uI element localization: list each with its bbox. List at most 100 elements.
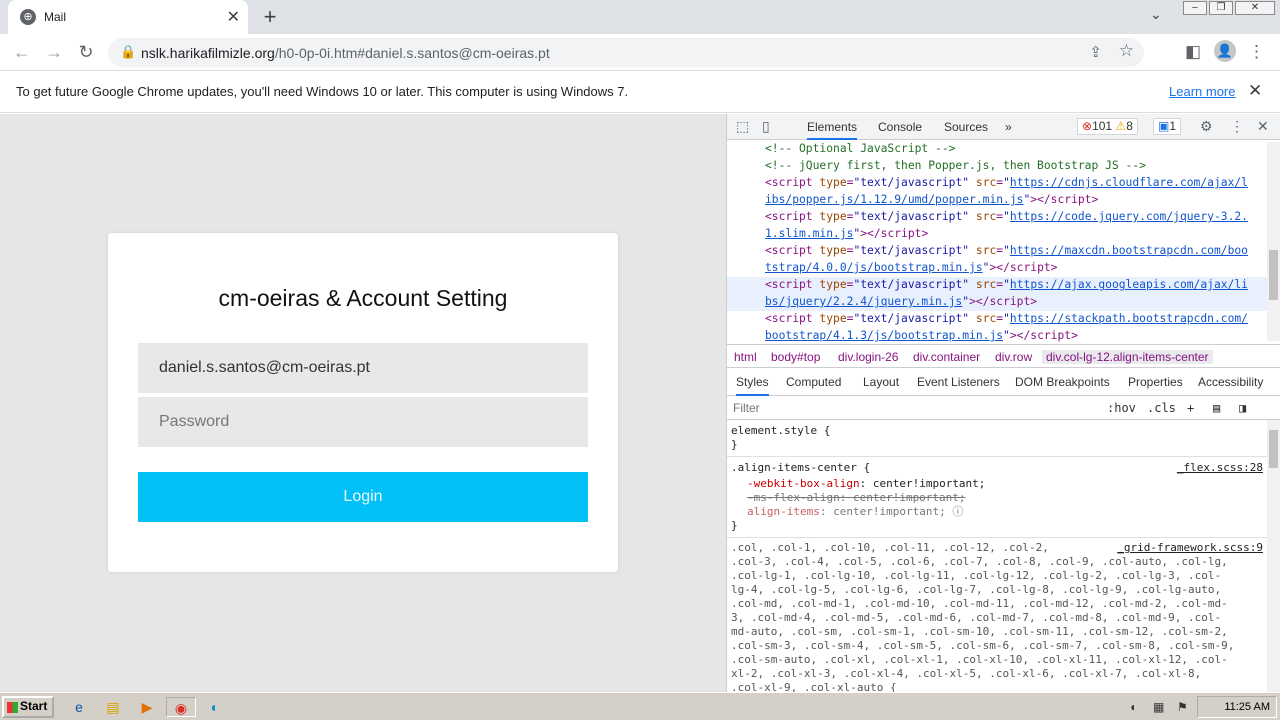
restore-button[interactable]: ❐: [1209, 1, 1233, 15]
minimize-button[interactable]: –: [1183, 1, 1207, 15]
tab-sources[interactable]: Sources: [944, 120, 988, 134]
dom-script-node[interactable]: <script type="text/javascript" src="http…: [765, 311, 1248, 328]
dom-tree-scrollbar[interactable]: [1267, 142, 1280, 341]
dom-comment[interactable]: <!-- jQuery first, then Popper.js, then …: [765, 158, 1146, 175]
toggle-sidebar-icon[interactable]: ◨: [1239, 401, 1246, 415]
hov-toggle[interactable]: :hov: [1107, 401, 1136, 415]
profile-avatar-icon[interactable]: 👤: [1214, 40, 1236, 62]
rule-selector-line[interactable]: xl-2, .col-xl-3, .col-xl-4, .col-xl-5, .…: [731, 667, 1201, 681]
rule-selector[interactable]: .align-items-center {: [731, 461, 870, 475]
dom-script-node-cont[interactable]: ibs/popper.js/1.12.9/umd/popper.min.js">…: [765, 192, 1098, 209]
tab-properties[interactable]: Properties: [1128, 375, 1183, 389]
browser-tab[interactable]: ⊕ Mail ✕: [8, 0, 248, 34]
inspect-element-icon[interactable]: ⬚: [736, 118, 749, 135]
media-player-icon[interactable]: ▶: [136, 697, 158, 717]
tab-close-icon[interactable]: ✕: [227, 7, 240, 27]
messages-badge[interactable]: ▣1: [1153, 118, 1182, 135]
dom-script-node-cont[interactable]: bs/jquery/2.2.4/jquery.min.js"></script>: [765, 294, 1037, 311]
volume-icon[interactable]: ◖: [1129, 700, 1136, 714]
paint-brush-icon[interactable]: ▤: [1213, 401, 1220, 415]
more-tabs-chevron[interactable]: »: [1005, 120, 1012, 134]
tab-event-listeners[interactable]: Event Listeners: [917, 375, 1000, 389]
dom-script-node[interactable]: <script type="text/javascript" src="http…: [765, 209, 1248, 226]
rule-selector-line[interactable]: lg-4, .col-lg-5, .col-lg-6, .col-lg-7, .…: [731, 583, 1221, 597]
rule-selector-line[interactable]: md-auto, .col-sm, .col-sm-1, .col-sm-10,…: [731, 625, 1228, 639]
dom-script-node-cont[interactable]: 1.slim.min.js"></script>: [765, 226, 928, 243]
chrome-taskbar-icon[interactable]: ◉: [166, 697, 196, 717]
bookmark-star-icon[interactable]: ☆: [1119, 41, 1134, 61]
url-text[interactable]: nslk.harikafilmizle.org/h0-0p-0i.htm#dan…: [141, 45, 550, 61]
breadcrumb-item[interactable]: div.container: [913, 350, 980, 364]
dom-script-node[interactable]: <script type="text/javascript" src="http…: [765, 243, 1248, 260]
rule-selector-line[interactable]: .col-3, .col-4, .col-5, .col-6, .col-7, …: [731, 555, 1228, 569]
tab-computed[interactable]: Computed: [786, 375, 841, 389]
scrollbar-thumb[interactable]: [1269, 250, 1278, 300]
login-card: cm-oeiras & Account Setting Login: [108, 233, 618, 572]
menu-kebab-icon[interactable]: ⋮: [1248, 42, 1265, 62]
internet-explorer-icon[interactable]: e: [68, 697, 90, 717]
rule-selector-line[interactable]: .col, .col-1, .col-10, .col-11, .col-12,…: [731, 541, 1049, 555]
password-field[interactable]: [138, 397, 588, 447]
rule-source-link[interactable]: _grid-framework.scss:9: [1117, 541, 1263, 555]
rule-selector-line[interactable]: .col-md, .col-md-1, .col-md-10, .col-md-…: [731, 597, 1228, 611]
settings-gear-icon[interactable]: ⚙: [1200, 118, 1213, 135]
network-icon[interactable]: ▦: [1153, 700, 1164, 714]
dom-script-node-cont[interactable]: bootstrap/4.1.3/js/bootstrap.min.js"></s…: [765, 328, 1078, 345]
style-property-overridden[interactable]: -ms-flex-align: center!important;: [747, 491, 966, 505]
edge-icon[interactable]: ◐: [204, 697, 226, 717]
file-explorer-icon[interactable]: ▤: [102, 697, 124, 717]
tab-accessibility[interactable]: Accessibility: [1198, 375, 1263, 389]
devtools-tabbar: ⬚ ▯ Elements Console Sources » ⊗101 ⚠8 ▣…: [727, 114, 1280, 140]
window-close-button[interactable]: ✕: [1235, 1, 1275, 15]
side-panel-icon[interactable]: ◧: [1185, 42, 1201, 62]
rule-selector-line[interactable]: .col-xl-9, .col-xl-auto {: [731, 681, 897, 692]
breadcrumb-item[interactable]: div.login-26: [838, 350, 898, 364]
breadcrumb-item-selected[interactable]: div.col-lg-12.align-items-center: [1042, 350, 1213, 364]
rule-selector-line[interactable]: 3, .col-md-4, .col-md-5, .col-md-6, .col…: [731, 611, 1221, 625]
login-button[interactable]: Login: [138, 472, 588, 522]
learn-more-link[interactable]: Learn more: [1169, 84, 1235, 99]
infobar-close-icon[interactable]: ✕: [1248, 81, 1262, 101]
taskbar-clock[interactable]: 11:25 AM: [1197, 696, 1277, 718]
devtools-menu-icon[interactable]: ⋮: [1230, 118, 1244, 135]
start-button[interactable]: Start: [2, 696, 54, 718]
rule-selector-line[interactable]: .col-lg-1, .col-lg-10, .col-lg-11, .col-…: [731, 569, 1221, 583]
dom-script-node[interactable]: <script type="text/javascript" src="http…: [765, 175, 1248, 192]
rule-source-link[interactable]: _flex.scss:28: [1177, 461, 1263, 475]
back-arrow-icon[interactable]: ←: [9, 39, 35, 65]
tab-dom-breakpoints[interactable]: DOM Breakpoints: [1015, 375, 1110, 389]
breadcrumb-item[interactable]: html: [734, 350, 757, 364]
issues-badge[interactable]: ⊗101 ⚠8: [1077, 118, 1138, 135]
rule-selector-line[interactable]: .col-sm-3, .col-sm-4, .col-sm-5, .col-sm…: [731, 639, 1234, 653]
share-icon[interactable]: ⇪: [1089, 43, 1102, 61]
tab-elements[interactable]: Elements: [807, 120, 858, 140]
rule-selector-line[interactable]: .col-sm-auto, .col-xl, .col-xl-1, .col-x…: [731, 653, 1228, 667]
info-icon[interactable]: ⓘ: [952, 505, 963, 518]
breadcrumb-item[interactable]: div.row: [995, 350, 1032, 364]
dom-script-node-selected[interactable]: <script type="text/javascript" src="http…: [765, 277, 1248, 294]
element-style-selector[interactable]: element.style {: [731, 424, 830, 438]
dom-script-node-cont[interactable]: tstrap/4.0.0/js/bootstrap.min.js"></scri…: [765, 260, 1057, 277]
styles-filter-input[interactable]: [731, 398, 1099, 417]
style-property[interactable]: -webkit-box-align: center!important;: [747, 477, 985, 491]
action-center-flag-icon[interactable]: ⚑: [1177, 700, 1188, 714]
lock-icon[interactable]: 🔒: [120, 44, 136, 60]
tab-layout[interactable]: Layout: [863, 375, 899, 389]
style-property-inactive[interactable]: align-items: center!important; ⓘ: [747, 505, 963, 519]
devtools-close-icon[interactable]: ✕: [1257, 118, 1269, 135]
breadcrumb-item[interactable]: body#top: [771, 350, 820, 364]
styles-scrollbar[interactable]: [1267, 420, 1280, 692]
tab-styles[interactable]: Styles: [736, 375, 769, 396]
dom-comment[interactable]: <!-- Optional JavaScript -->: [765, 141, 955, 158]
reload-icon[interactable]: ↻: [73, 39, 99, 65]
tab-search-chevron-icon[interactable]: ⌄: [1150, 6, 1162, 23]
tab-console[interactable]: Console: [878, 120, 922, 134]
scrollbar-thumb[interactable]: [1269, 430, 1278, 468]
address-bar[interactable]: 🔒 nslk.harikafilmizle.org/h0-0p-0i.htm#d…: [108, 38, 1144, 67]
cls-toggle[interactable]: .cls: [1147, 401, 1176, 415]
device-toolbar-icon[interactable]: ▯: [762, 118, 770, 135]
forward-arrow-icon[interactable]: →: [41, 39, 67, 65]
new-rule-plus-icon[interactable]: +: [1187, 401, 1194, 415]
new-tab-button[interactable]: +: [258, 4, 282, 30]
email-field[interactable]: [138, 343, 588, 393]
